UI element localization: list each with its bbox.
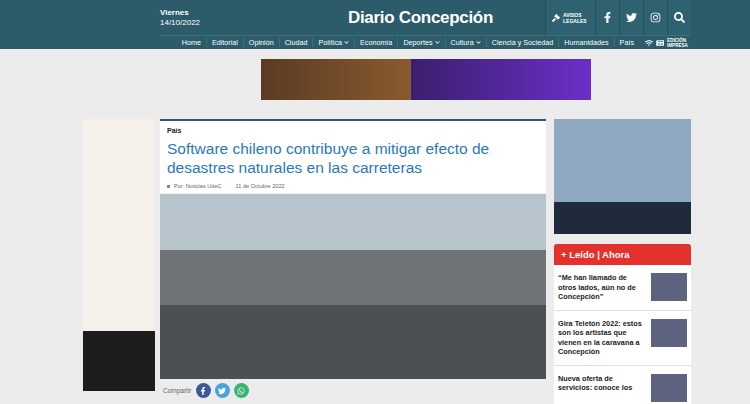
- print-edition-label: EDICIÓN IMPRESA: [667, 38, 691, 48]
- rss-icon: [645, 39, 653, 47]
- top-ad-banner[interactable]: [261, 59, 591, 100]
- author-dot: [167, 185, 170, 188]
- popular-item-title: “Me han llamado de otros lados, aún no d…: [558, 273, 646, 302]
- site-logo[interactable]: Diario Concepción: [348, 8, 493, 28]
- popular-list: “Me han llamado de otros lados, aún no d…: [554, 265, 691, 404]
- whatsapp-icon: [237, 387, 245, 395]
- right-sidebar: + Leído | Ahora “Me han llamado de otros …: [554, 119, 691, 404]
- nav-item[interactable]: Economía: [354, 38, 397, 47]
- header-top-row: Viernes14/10/2022 Diario Concepción AVISOS…: [160, 0, 691, 35]
- nav-item[interactable]: Humanidades: [558, 38, 613, 47]
- instagram-icon: [650, 12, 661, 23]
- nav-item[interactable]: Deportes: [397, 38, 444, 47]
- article-section[interactable]: País: [160, 121, 546, 134]
- popular-item[interactable]: Gira Teletón 2022: estos son los artista…: [554, 311, 691, 366]
- chevron-down-icon: [344, 40, 349, 45]
- share-label: Compartir: [163, 387, 192, 394]
- newspaper-icon: [656, 39, 664, 47]
- popular-item[interactable]: “Me han llamado de otros lados, aún no d…: [554, 265, 691, 311]
- nav-item[interactable]: Ciencia y Sociedad: [486, 38, 559, 47]
- banner-left: [261, 59, 411, 100]
- search-icon: [674, 12, 685, 23]
- nav-item[interactable]: Ciudad: [279, 38, 313, 47]
- facebook-button[interactable]: [595, 0, 619, 35]
- article-author: Por: Noticias UdeC: [167, 183, 222, 189]
- date-label: 14/10/2022: [160, 18, 280, 28]
- popular-item-thumbnail: [651, 374, 687, 402]
- header-date: Viernes14/10/2022: [160, 8, 280, 28]
- chevron-down-icon: [476, 40, 481, 45]
- side-ad[interactable]: [83, 119, 155, 391]
- popular-item-thumbnail: [651, 319, 687, 347]
- twitter-icon: [626, 12, 637, 23]
- gavel-icon: [552, 14, 560, 22]
- banner-right: [411, 59, 591, 100]
- popular-item-title: Gira Teletón 2022: estos son los artista…: [558, 319, 646, 357]
- article-meta: Por: Noticias UdeC 11 de Octubre 2022: [160, 177, 546, 194]
- facebook-icon: [602, 12, 613, 23]
- popular-item-thumbnail: [651, 273, 687, 301]
- main-nav: HomeEditorialOpiniónCiudadPolíticaEconom…: [160, 35, 691, 49]
- instagram-button[interactable]: [643, 0, 667, 35]
- right-ad[interactable]: [554, 119, 691, 234]
- nav-item[interactable]: Política: [312, 38, 354, 47]
- popular-header: + Leído | Ahora: [554, 244, 691, 265]
- nav-item[interactable]: Cultura: [445, 38, 486, 47]
- article-title: Software chileno contribuye a mitigar ef…: [160, 134, 546, 177]
- print-edition-link[interactable]: EDICIÓN IMPRESA: [639, 38, 691, 48]
- nav-item[interactable]: Opinión: [243, 38, 279, 47]
- nav-item[interactable]: País: [614, 38, 639, 47]
- header-icons: AVISOS LEGALES: [561, 0, 691, 35]
- share-whatsapp-button[interactable]: [234, 383, 249, 398]
- article: PaísSoftware chileno contribuye a mitiga…: [160, 119, 546, 402]
- site-header: Viernes14/10/2022 Diario Concepción AVISOS…: [0, 0, 750, 49]
- nav-item[interactable]: Home: [177, 38, 206, 47]
- share-twitter-button[interactable]: [215, 383, 230, 398]
- header-inner: Viernes14/10/2022 Diario Concepción AVISOS…: [160, 0, 691, 49]
- legal-button[interactable]: AVISOS LEGALES: [545, 0, 595, 35]
- main-content: PaísSoftware chileno contribuye a mitiga…: [83, 119, 750, 404]
- chevron-down-icon: [435, 40, 440, 45]
- share-row: Compartir: [160, 379, 546, 402]
- article-date: 11 de Octubre 2022: [236, 183, 285, 189]
- facebook-icon: [199, 387, 207, 395]
- twitter-icon: [218, 387, 226, 395]
- search-button[interactable]: [667, 0, 691, 35]
- twitter-button[interactable]: [619, 0, 643, 35]
- popular-item-title: Nueva oferta de servicios: conoce los: [558, 374, 646, 402]
- legal-label: AVISOS LEGALES: [563, 12, 589, 24]
- article-photo: [160, 194, 546, 379]
- day-label: Viernes: [160, 8, 280, 18]
- share-facebook-button[interactable]: [196, 383, 211, 398]
- popular-item[interactable]: Nueva oferta de servicios: conoce los: [554, 366, 691, 404]
- nav-item[interactable]: Editorial: [206, 38, 243, 47]
